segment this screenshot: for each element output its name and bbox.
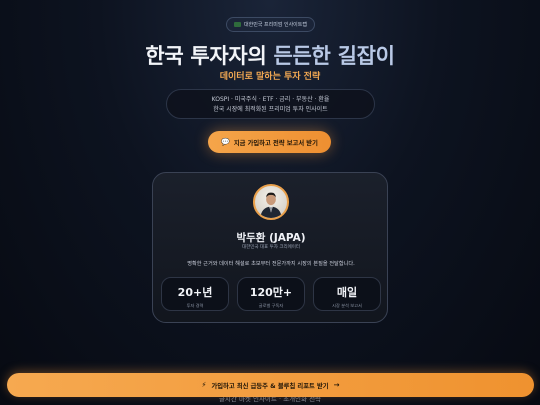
stat-value: 120만+: [249, 286, 293, 299]
stat-value: 매일: [336, 286, 358, 299]
hero-title-part1: 한국 투자자의: [145, 44, 274, 68]
topics-box: KOSPI · 미국주식 · ETF · 금리 · 부동산 · 환율 한국 시장…: [166, 89, 375, 119]
topics-line-markets: KOSPI · 미국주식 · ETF · 금리 · 부동산 · 환율: [211, 96, 330, 103]
hero-subtitle: 데이터로 말하는 투자 전략: [219, 72, 321, 82]
lightning-icon: ⚡: [201, 380, 207, 389]
stat-daily-report: 매일 시장 분석 보고서: [313, 277, 381, 311]
stat-label: 시장 분석 보고서: [332, 303, 362, 308]
korea-flag-icon: [234, 22, 241, 27]
stat-label: 글로벌 구독자: [258, 303, 284, 308]
badge-text: 대한민국 프리미엄 인사이트랩: [244, 22, 307, 28]
hero-title-part2: 든든한 길잡이: [273, 44, 395, 68]
person-portrait-icon: [260, 192, 282, 218]
profile-card: 박두환 (JAPA) 대한민국 대표 투자 크리에이터 명확한 근거와 데이터 …: [152, 172, 388, 323]
arrow-right-icon: →: [333, 380, 340, 389]
stat-value: 20+년: [177, 286, 213, 299]
topics-line-tagline: 한국 시장에 최적화된 프리미엄 투자 인사이트: [213, 106, 328, 113]
hero-title: 한국 투자자의 든든한 길잡이: [0, 40, 540, 70]
chat-icon: 💬: [221, 137, 230, 146]
signup-cta-label: 지금 가입하고 전략 보고서 받기: [233, 139, 318, 147]
stat-experience: 20+년 투자 경력: [161, 277, 229, 311]
sticky-signup-label: 가입하고 최신 급등주 & 블루칩 리포트 받기: [211, 382, 329, 390]
sticky-signup-button[interactable]: ⚡ 가입하고 최신 급등주 & 블루칩 리포트 받기 →: [7, 373, 534, 397]
profile-description: 명확한 근거와 데이터 해설로 초보부터 전문가까지 시장의 본질을 전달합니다…: [187, 261, 355, 267]
stat-subscribers: 120만+ 글로벌 구독자: [237, 277, 305, 311]
header-badge: 대한민국 프리미엄 인사이트랩: [226, 17, 315, 32]
avatar: [253, 184, 289, 220]
profile-name: 박두환 (JAPA): [236, 232, 306, 244]
stat-label: 투자 경력: [186, 303, 204, 308]
profile-role: 대한민국 대표 투자 크리에이터: [241, 245, 301, 250]
signup-cta-button[interactable]: 💬 지금 가입하고 전략 보고서 받기: [208, 131, 331, 153]
